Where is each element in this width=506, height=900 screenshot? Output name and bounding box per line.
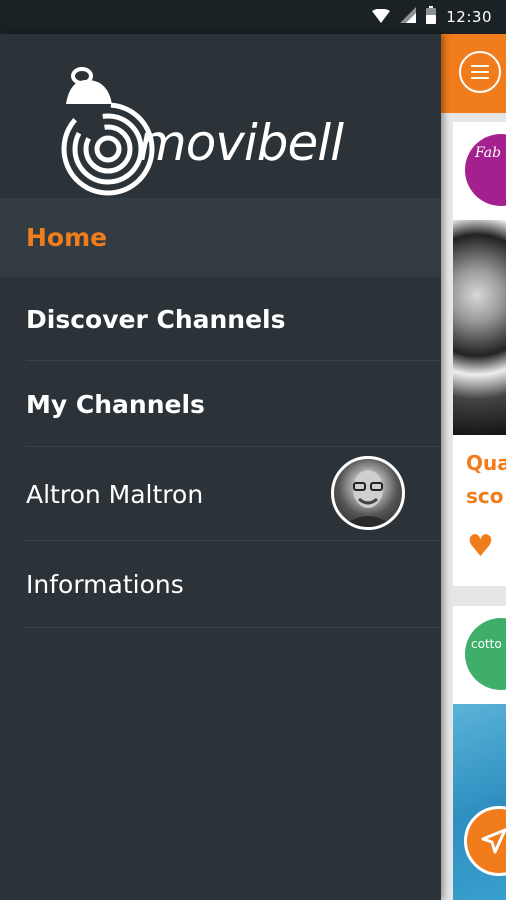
menu-icon[interactable] (459, 51, 501, 93)
nav-item-informations[interactable]: Informations (0, 541, 441, 628)
channel-logo[interactable]: cotto te (465, 618, 506, 690)
nav-item-label: Discover Channels (26, 304, 286, 334)
avatar[interactable] (331, 456, 405, 530)
heart-icon[interactable]: ♥ (467, 532, 494, 562)
card-image[interactable] (453, 220, 506, 435)
divider (26, 627, 441, 628)
channel-logo[interactable]: Fab ou (465, 134, 506, 206)
brand-wordmark: movibell (138, 114, 344, 172)
navigation-drawer: movibell Home Discover Channels My Chann… (0, 34, 441, 900)
nav-item-my-channels[interactable]: My Channels (0, 361, 441, 447)
nav-item-label: My Channels (26, 389, 205, 419)
nav-item-label: Altron Maltron (26, 479, 204, 509)
nav-item-discover-channels[interactable]: Discover Channels (0, 277, 441, 361)
nav-item-home[interactable]: Home (0, 198, 441, 277)
app-toolbar (441, 34, 506, 113)
card-title[interactable]: Qua sco (466, 447, 506, 513)
status-time: 12:30 (446, 8, 492, 26)
signal-icon (400, 7, 417, 27)
movibell-logo: movibell (60, 64, 360, 204)
wifi-icon (372, 8, 391, 27)
nav-item-user-profile[interactable]: Altron Maltron (0, 447, 441, 541)
status-bar: 12:30 (0, 0, 506, 34)
nav-item-label: Home (26, 223, 108, 252)
nav-item-label: Informations (26, 570, 184, 599)
feed-card[interactable]: Fab ou Qua sco ♥ (453, 122, 506, 586)
battery-icon (426, 6, 437, 28)
app-content: Fab ou Qua sco ♥ cotto te (441, 34, 506, 900)
